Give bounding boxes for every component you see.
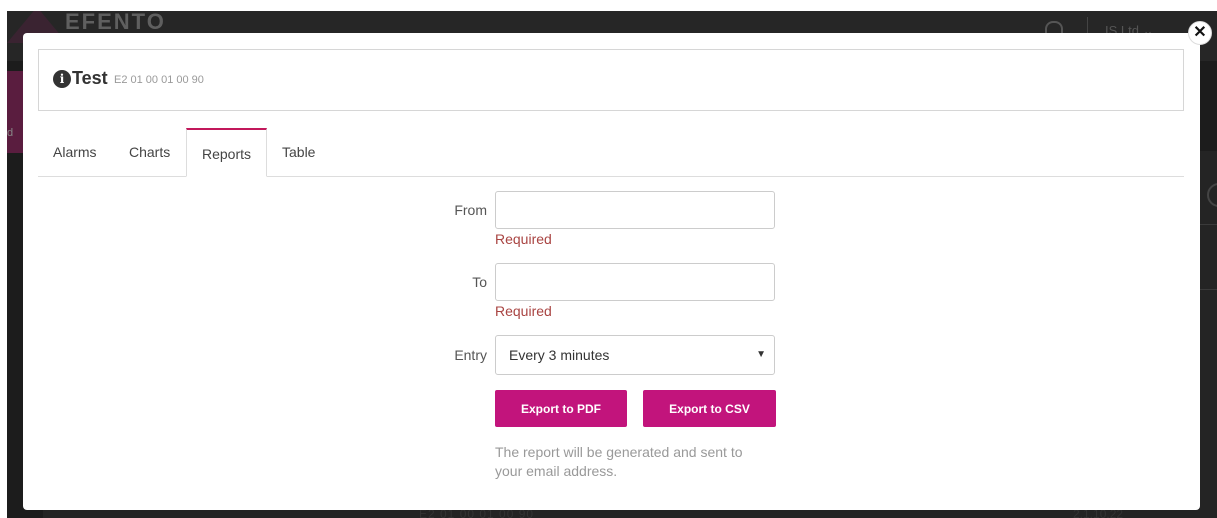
from-input[interactable] [496, 192, 774, 228]
from-error: Required [495, 231, 552, 247]
close-icon[interactable]: ✕ [1188, 21, 1212, 45]
sensor-id: E2 01 00 01 00 90 [114, 74, 204, 86]
tab-alarms[interactable]: Alarms [38, 128, 112, 176]
to-input[interactable] [496, 264, 774, 300]
sensor-header: i Test E2 01 00 01 00 90 [38, 49, 1184, 111]
tab-table[interactable]: Table [267, 128, 330, 176]
caret-down-icon: ▼ [756, 349, 766, 360]
tab-charts[interactable]: Charts [114, 128, 185, 176]
to-field[interactable] [495, 263, 775, 301]
export-csv-button[interactable]: Export to CSV [643, 390, 776, 427]
report-note: The report will be generated and sent to… [495, 444, 743, 479]
sensor-name: Test [72, 68, 108, 88]
entry-select-value: Every 3 minutes [509, 347, 610, 363]
sensor-modal: i Test E2 01 00 01 00 90 Alarms Charts R… [23, 33, 1200, 510]
tab-reports[interactable]: Reports [186, 128, 268, 177]
sidebar-active-marker [7, 71, 23, 153]
tab-bar: Alarms Charts Reports Table [38, 128, 1184, 177]
app-logo: EFENTO [65, 11, 166, 34]
from-field[interactable] [495, 191, 775, 229]
export-pdf-button[interactable]: Export to PDF [495, 390, 627, 427]
sidebar-text: d [7, 127, 14, 139]
info-icon: i [53, 70, 71, 88]
to-label: To [472, 274, 487, 290]
entry-label: Entry [454, 347, 487, 363]
from-label: From [454, 202, 487, 218]
entry-select[interactable]: Every 3 minutes ▼ [495, 335, 775, 375]
to-error: Required [495, 303, 552, 319]
